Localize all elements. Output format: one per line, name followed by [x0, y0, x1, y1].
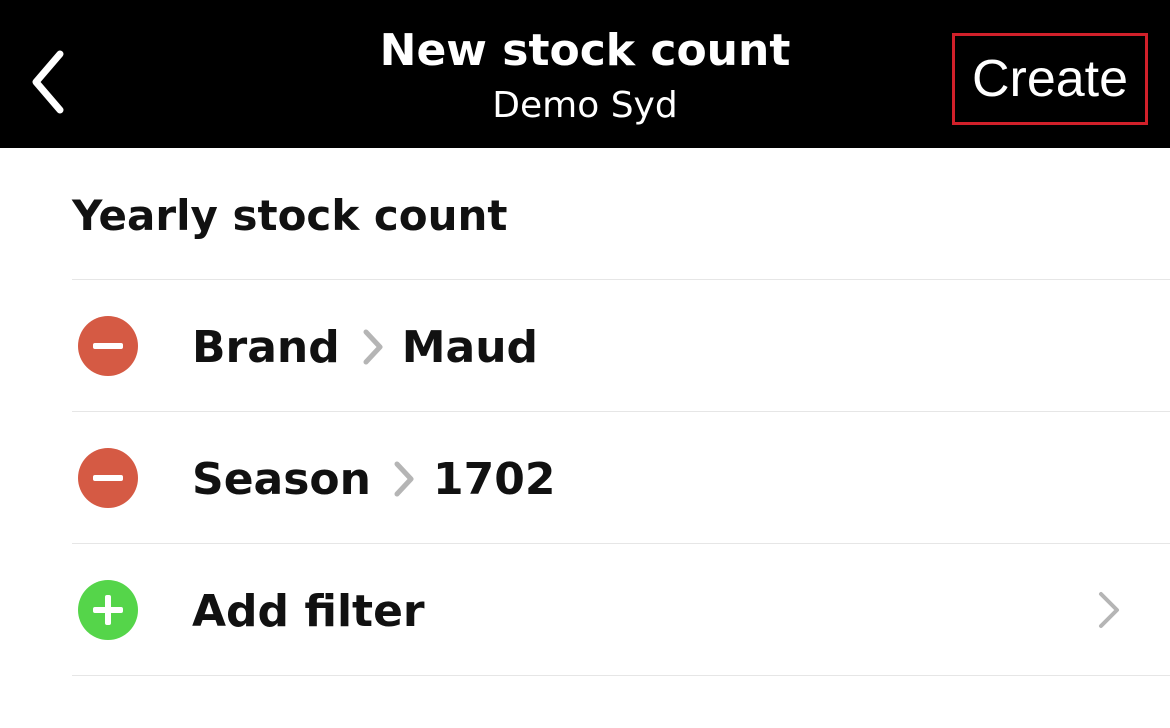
- chevron-left-icon: [32, 50, 64, 114]
- stock-count-name: Yearly stock count: [72, 191, 508, 240]
- add-filter-label: Add filter: [192, 585, 425, 637]
- chevron-right-icon: [1099, 592, 1119, 628]
- filter-field: Brand: [192, 321, 340, 373]
- filter-value: Maud: [401, 321, 539, 373]
- remove-circle-icon[interactable]: [78, 316, 138, 376]
- back-button[interactable]: [20, 44, 76, 120]
- divider: [72, 279, 1170, 280]
- navigation-bar: New stock count Demo Syd Create: [0, 0, 1170, 148]
- add-circle-icon[interactable]: [78, 580, 138, 640]
- filter-field: Season: [192, 453, 371, 505]
- chevron-right-icon: [363, 329, 383, 365]
- filter-value: 1702: [432, 453, 556, 505]
- add-filter-row[interactable]: Add filter: [0, 545, 1170, 675]
- page-title: New stock count: [379, 25, 791, 76]
- filter-label: Brand Maud: [192, 317, 538, 377]
- filter-row-season: Season 1702: [0, 413, 1170, 543]
- page-subtitle: Demo Syd: [492, 85, 678, 126]
- filter-label: Season 1702: [192, 449, 555, 509]
- divider: [72, 543, 1170, 544]
- divider: [72, 675, 1170, 676]
- create-button[interactable]: Create: [952, 33, 1148, 125]
- filter-row-brand: Brand Maud: [0, 281, 1170, 411]
- remove-circle-icon[interactable]: [78, 448, 138, 508]
- divider: [72, 411, 1170, 412]
- chevron-right-icon: [394, 461, 414, 497]
